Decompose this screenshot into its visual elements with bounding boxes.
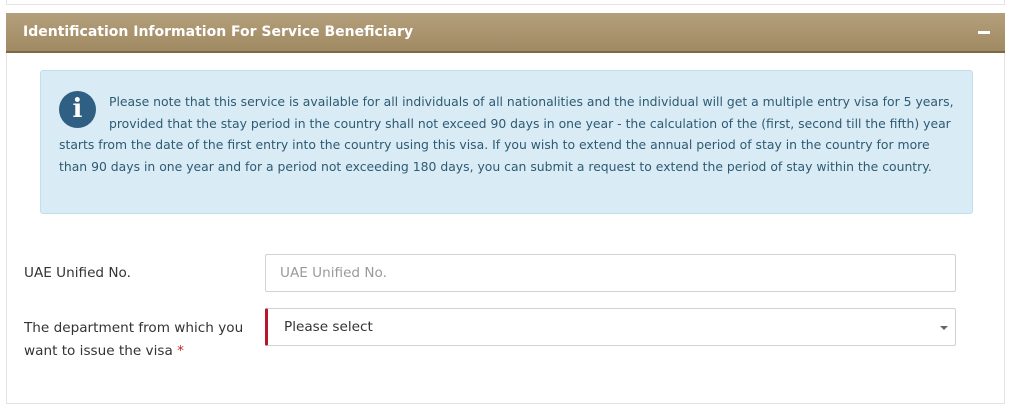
caret-down-icon [940,326,948,330]
previous-panel-edge [6,0,1005,5]
minus-icon[interactable]: minus-icon [978,31,990,34]
info-notice: i Please note that this service is avail… [40,70,973,214]
required-asterisk: * [177,343,184,359]
department-select[interactable]: Please select [265,308,956,346]
panel-title: Identification Information For Service B… [23,24,414,40]
department-label: The department from which you want to is… [24,320,244,359]
beneficiary-identification-panel: Identification Information For Service B… [6,13,1005,404]
uae-unified-no-label: UAE Unified No. [24,265,131,281]
notice-text: Please note that this service is availab… [59,94,954,174]
uae-unified-no-input[interactable] [265,254,956,292]
panel-header[interactable]: Identification Information For Service B… [6,13,1005,53]
department-select-value: Please select [284,319,373,335]
